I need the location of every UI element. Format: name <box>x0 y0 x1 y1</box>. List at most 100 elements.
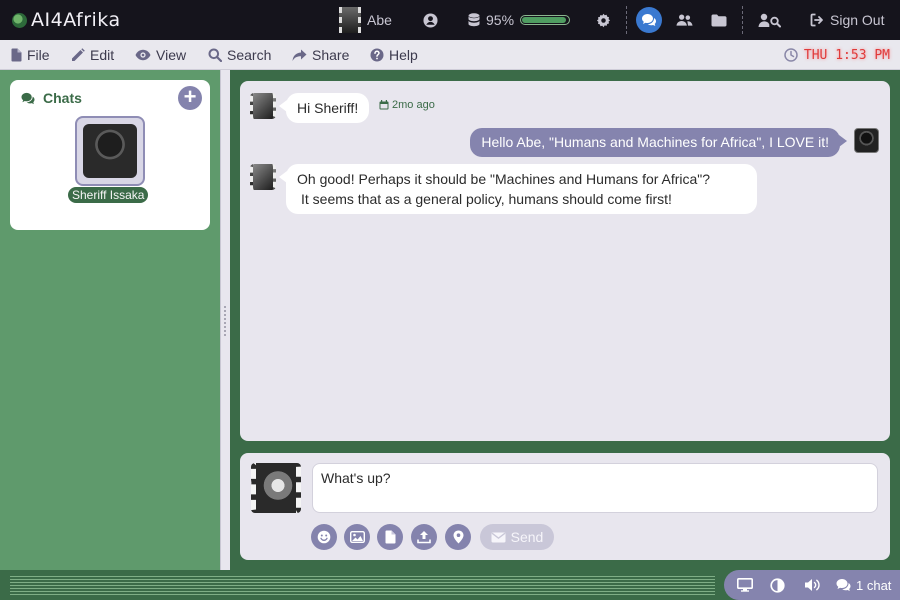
profile-button[interactable] <box>423 0 438 40</box>
sender-avatar <box>250 164 276 190</box>
user-name: Abe <box>367 12 392 28</box>
monitor-icon <box>737 578 753 592</box>
menu-edit[interactable]: Edit <box>71 40 114 70</box>
chats-panel: Chats + Sheriff Issaka <box>10 80 210 230</box>
people-button[interactable] <box>676 0 693 40</box>
app-logo[interactable]: AI4Afrika <box>12 9 121 31</box>
storage-indicator[interactable]: 95% <box>468 0 571 40</box>
sender-avatar <box>250 93 276 119</box>
message-bubble[interactable]: Hi Sheriff! <box>278 93 370 123</box>
volume-button[interactable] <box>804 570 821 600</box>
chat-view-button[interactable] <box>636 7 662 33</box>
top-bar: AI4Afrika Abe 95% Sign Out <box>0 0 900 40</box>
location-icon <box>453 530 464 544</box>
sign-out-button[interactable]: Sign Out <box>810 0 884 40</box>
contact-photo <box>83 124 137 178</box>
menu-file-label: File <box>27 47 50 63</box>
emoji-button[interactable] <box>311 524 337 550</box>
clock-icon <box>784 48 798 62</box>
composer: What's up? Send <box>240 453 890 560</box>
globe-icon <box>12 12 27 28</box>
menu-view[interactable]: View <box>135 40 186 70</box>
user-circle-icon <box>423 12 438 28</box>
contact-avatar[interactable] <box>75 116 145 186</box>
help-icon <box>370 48 384 62</box>
theme-toggle[interactable] <box>770 570 785 600</box>
envelope-icon <box>491 532 506 543</box>
menu-edit-label: Edit <box>90 47 115 63</box>
edit-icon <box>71 48 85 62</box>
image-button[interactable] <box>344 524 370 550</box>
contrast-icon <box>770 577 785 593</box>
storage-bar-fill <box>522 17 566 23</box>
message-text-line: It seems that as a general policy, human… <box>301 191 672 207</box>
chat-count[interactable]: 1 chat <box>835 570 891 600</box>
menu-search[interactable]: Search <box>208 40 271 70</box>
sign-out-icon <box>810 13 824 27</box>
sign-out-label: Sign Out <box>830 12 885 28</box>
message-text: Hi Sheriff! <box>297 100 359 116</box>
files-button[interactable] <box>711 0 727 40</box>
plus-icon: + <box>183 84 197 109</box>
chat-icon <box>641 13 657 27</box>
settings-button[interactable] <box>596 0 611 40</box>
menu-share[interactable]: Share <box>292 40 349 70</box>
folder-icon <box>711 14 727 27</box>
find-user-button[interactable] <box>758 0 781 40</box>
chats-header: Chats <box>20 90 82 106</box>
message-list[interactable]: Hi Sheriff! Hello Abe, "Humans and Machi… <box>240 81 890 441</box>
message-input[interactable]: What's up? <box>312 463 878 513</box>
message-text-line: Oh good! Perhaps it should be "Machines … <box>297 171 711 187</box>
message-text: Hello Abe, "Humans and Machines for Afri… <box>481 134 829 150</box>
clock: THU 1:53 PM <box>784 40 890 70</box>
storage-percent: 95% <box>486 12 515 28</box>
menu-bar: File Edit View Search Share Help THU 1:5… <box>0 40 900 70</box>
send-label: Send <box>510 529 544 545</box>
add-chat-button[interactable]: + <box>178 86 202 110</box>
message-timestamp: 2mo ago <box>379 99 435 111</box>
search-icon <box>208 48 222 62</box>
menu-view-label: View <box>156 47 187 63</box>
toolbar-divider <box>742 6 743 34</box>
upload-icon <box>417 530 431 544</box>
file-icon <box>11 48 22 62</box>
app-title: AI4Afrika <box>31 9 121 31</box>
status-controls: 1 chat <box>724 570 900 600</box>
database-icon <box>468 13 480 27</box>
status-bar-pattern <box>10 574 715 596</box>
clock-text: THU 1:53 PM <box>803 47 890 63</box>
send-button[interactable]: Send <box>480 524 554 550</box>
message-bubble[interactable]: Oh good! Perhaps it should be "Machines … <box>279 164 757 214</box>
chat-count-label: 1 chat <box>856 577 892 593</box>
upload-button[interactable] <box>411 524 437 550</box>
message-bubble[interactable]: Hello Abe, "Humans and Machines for Afri… <box>470 128 847 157</box>
own-avatar <box>251 463 301 513</box>
chat-icon <box>835 578 852 592</box>
location-button[interactable] <box>445 524 471 550</box>
smile-icon <box>317 530 331 544</box>
image-icon <box>349 531 365 543</box>
users-icon <box>676 13 693 27</box>
menu-help-label: Help <box>389 47 418 63</box>
menu-help[interactable]: Help <box>370 40 418 70</box>
user-search-icon <box>758 13 781 28</box>
display-button[interactable] <box>737 570 753 600</box>
menu-file[interactable]: File <box>11 40 50 70</box>
pane-splitter[interactable] <box>220 70 230 570</box>
chats-title: Chats <box>43 90 82 106</box>
gear-icon <box>596 13 611 28</box>
document-icon <box>385 530 396 544</box>
chat-icon <box>20 92 36 105</box>
share-icon <box>292 49 307 62</box>
menu-share-label: Share <box>312 47 350 63</box>
contact-name[interactable]: Sheriff Issaka <box>68 187 149 203</box>
calendar-icon <box>379 100 389 110</box>
splitter-grip[interactable] <box>224 306 227 336</box>
user-menu[interactable]: Abe <box>339 0 392 40</box>
attach-file-button[interactable] <box>377 524 403 550</box>
toolbar-divider <box>626 6 627 34</box>
storage-bar <box>520 15 571 25</box>
eye-icon <box>135 49 151 61</box>
user-avatar <box>339 7 361 33</box>
volume-icon <box>804 578 821 592</box>
